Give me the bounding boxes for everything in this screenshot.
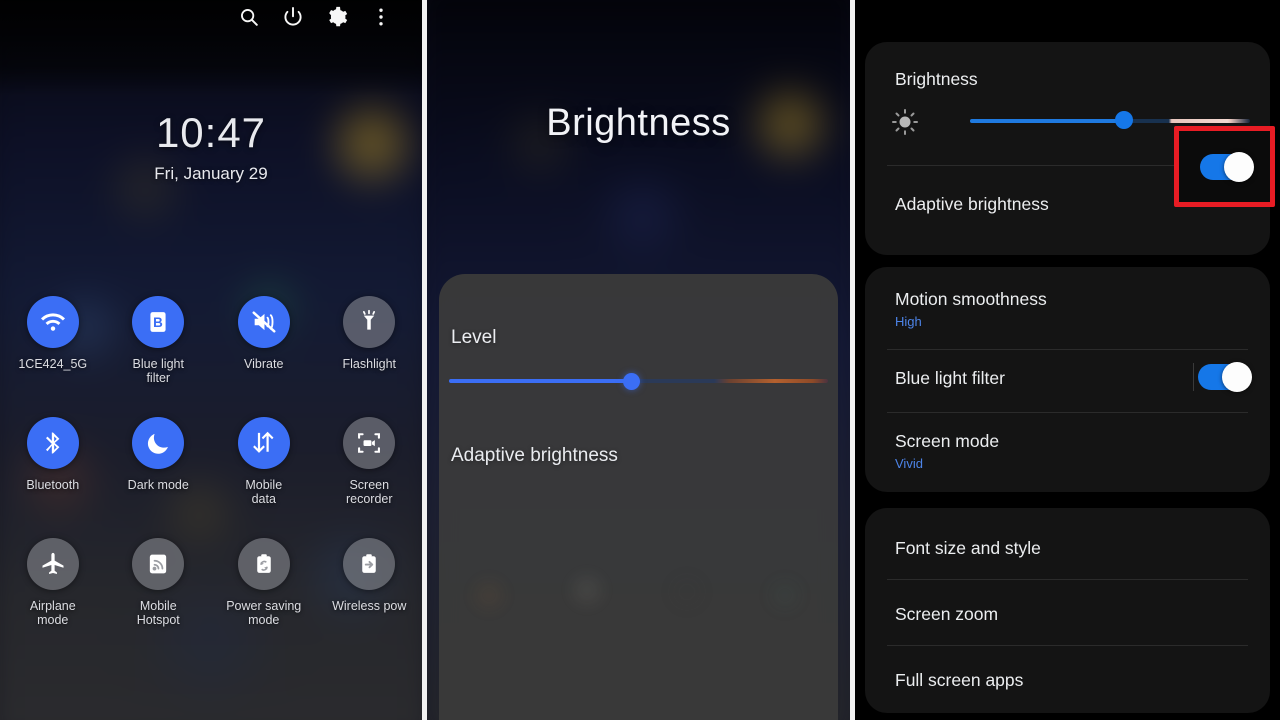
blue-light-filter-toggle[interactable] <box>1198 362 1252 392</box>
svg-text:B: B <box>153 315 163 330</box>
card-divider <box>887 412 1248 413</box>
level-label: Level <box>451 327 497 348</box>
tile-wireless-power-share[interactable]: Wireless pow <box>317 538 423 627</box>
tile-bluetooth[interactable]: Bluetooth <box>0 417 106 506</box>
screen-zoom-item[interactable]: Screen zoom <box>895 604 998 625</box>
toggle-knob <box>1223 151 1254 182</box>
slider-thumb[interactable] <box>1115 111 1133 129</box>
tile-mobile-hotspot[interactable]: Mobile Hotspot <box>106 538 212 627</box>
tile-label: Airplane mode <box>29 599 76 627</box>
bluetooth-icon <box>26 417 79 469</box>
vibrate-icon <box>237 296 290 348</box>
airplane-icon <box>26 538 79 590</box>
blue-light-filter-title: Blue light filter <box>895 368 1005 388</box>
tile-label: Vibrate <box>244 357 284 371</box>
adaptive-brightness-toggle[interactable] <box>1199 151 1254 182</box>
search-icon[interactable] <box>238 6 260 28</box>
brightness-sheet-card <box>439 274 838 720</box>
screen-mode-title: Screen mode <box>895 431 1000 451</box>
sun-brightness-icon <box>892 109 919 136</box>
quick-settings-tiles: 1CE424_5G B Blue light filter Vibrate Fl… <box>0 296 422 627</box>
tile-label: Power saving mode <box>226 599 302 627</box>
tile-flashlight[interactable]: Flashlight <box>317 296 423 385</box>
slider-thumb[interactable] <box>622 373 640 390</box>
brightness-title: Brightness <box>895 69 978 89</box>
card-divider <box>887 579 1248 580</box>
tile-label: 1CE424_5G <box>18 357 88 371</box>
layout-options-card: Font size and style Screen zoom Full scr… <box>865 508 1270 713</box>
tile-dark-mode[interactable]: Dark mode <box>106 417 212 506</box>
screen-mode-value: Vivid <box>895 456 923 471</box>
clock-time: 10:47 <box>155 109 267 156</box>
tile-label: Dark mode <box>127 478 189 492</box>
tile-label: Bluetooth <box>26 478 80 492</box>
motion-smoothness-title: Motion smoothness <box>895 289 1047 309</box>
brightness-detail-panel: Brightness Level Adaptive brightness <box>427 0 850 720</box>
hotspot-icon <box>132 538 185 590</box>
brightness-level-slider[interactable] <box>449 373 828 390</box>
card-divider <box>887 349 1248 350</box>
tile-wifi[interactable]: 1CE424_5G <box>0 296 106 385</box>
tile-airplane-mode[interactable]: Airplane mode <box>0 538 106 627</box>
tile-label: Mobile Hotspot <box>136 599 180 627</box>
display-options-card: Motion smoothness High Blue light filter… <box>865 267 1270 492</box>
tile-mobile-data[interactable]: Mobile data <box>211 417 317 506</box>
blue-light-filter-icon: B <box>132 296 185 348</box>
toggle-knob <box>1222 362 1252 392</box>
tile-vibrate[interactable]: Vibrate <box>211 296 317 385</box>
mobile-data-icon <box>237 417 290 469</box>
tile-screen-recorder[interactable]: Screen recorder <box>317 417 423 506</box>
three-panel-screenshot: 10:47 Fri, January 29 1CE424_5G B Blue l… <box>0 0 1280 720</box>
motion-smoothness-value: High <box>895 314 922 329</box>
adaptive-brightness-label: Adaptive brightness <box>451 445 618 466</box>
settings-gear-icon[interactable] <box>326 6 348 28</box>
full-screen-apps-item[interactable]: Full screen apps <box>895 670 1023 691</box>
more-options-icon[interactable] <box>370 6 392 28</box>
quick-settings-toolbar <box>0 0 422 34</box>
tile-label: Blue light filter <box>132 357 184 385</box>
slider-fill <box>970 119 1124 123</box>
adaptive-brightness-label: Adaptive brightness <box>895 194 1049 214</box>
screen-recorder-icon <box>343 417 396 469</box>
slider-fill <box>449 379 631 383</box>
toggle-separator <box>1193 363 1194 391</box>
font-size-and-style-item[interactable]: Font size and style <box>895 538 1041 559</box>
quick-settings-panel: 10:47 Fri, January 29 1CE424_5G B Blue l… <box>0 0 422 720</box>
display-settings-panel: Brightness Adaptive brightness Motion sm… <box>855 0 1280 720</box>
tile-label: Wireless pow <box>332 599 407 613</box>
lock-clock: 10:47 Fri, January 29 <box>0 112 422 184</box>
flashlight-icon <box>343 296 396 348</box>
wifi-icon <box>26 296 79 348</box>
power-saving-icon <box>237 538 290 590</box>
power-icon[interactable] <box>282 6 304 28</box>
tile-label: Screen recorder <box>345 478 393 506</box>
tile-label: Flashlight <box>342 357 397 371</box>
dark-mode-moon-icon <box>132 417 185 469</box>
brightness-sheet-title: Brightness <box>546 102 731 144</box>
tile-label: Mobile data <box>245 478 283 506</box>
card-divider <box>887 645 1248 646</box>
wireless-power-share-icon <box>343 538 396 590</box>
clock-date: Fri, January 29 <box>154 164 268 183</box>
tile-blue-light-filter[interactable]: B Blue light filter <box>106 296 212 385</box>
tile-power-saving-mode[interactable]: Power saving mode <box>211 538 317 627</box>
highlight-box-adaptive-toggle <box>1174 126 1275 207</box>
